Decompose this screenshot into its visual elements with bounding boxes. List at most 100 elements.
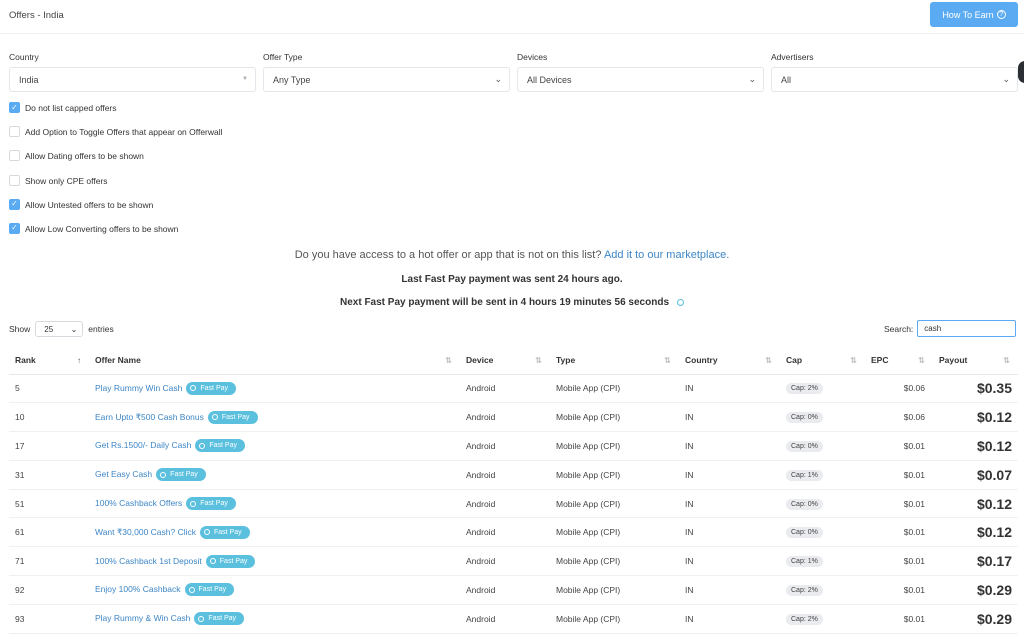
cap-cell: Cap: 2% <box>780 374 865 404</box>
type-cell: Mobile App (CPI) <box>550 517 679 548</box>
offer-link[interactable]: 100% Cashback Offers <box>95 498 182 508</box>
chevron-down-icon: ⌄ <box>748 74 756 84</box>
option-label: Allow Dating offers to be shown <box>25 151 144 162</box>
column-rank[interactable]: Rank ↑ <box>9 347 89 375</box>
checkbox-icon[interactable] <box>9 174 20 186</box>
column-device[interactable]: Device ⇅ <box>460 347 550 375</box>
offer-link[interactable]: 100% Cashback 1st Deposit <box>95 555 202 565</box>
payout-cell: $0.07 <box>933 460 1018 490</box>
checkbox-checked-icon[interactable]: ✓ <box>9 102 20 113</box>
payout-cell: $0.12 <box>933 489 1018 519</box>
cap-badge: Cap: 2% <box>786 584 823 596</box>
payout-cell: $0.12 <box>933 431 1018 461</box>
fast-pay-label: Fast Pay <box>209 442 237 450</box>
option-low-converting[interactable]: ✓ Allow Low Converting offers to be show… <box>9 222 223 247</box>
page-size-control: Show 25 ⌄ entries <box>9 321 114 337</box>
epc-cell: $0.01 <box>865 575 933 605</box>
loading-spinner-icon <box>677 298 684 306</box>
device-cell: Android <box>460 489 550 519</box>
fast-pay-badge: Fast Pay <box>186 497 236 511</box>
device-cell: Android <box>460 402 550 433</box>
offer-link[interactable]: Play Rummy Win Cash <box>95 383 182 393</box>
fast-pay-label: Fast Pay <box>219 557 248 565</box>
advertisers-select[interactable]: All ⌄ <box>771 67 1018 92</box>
column-label: EPC <box>871 355 889 366</box>
cap-cell: Cap: 2% <box>780 604 865 634</box>
rank-cell: 92 <box>9 575 89 605</box>
advertisers-filter: Advertisers All ⌄ <box>771 52 1018 92</box>
cap-cell: Cap: 0% <box>780 431 865 461</box>
option-capped[interactable]: ✓ Do not list capped offers <box>9 102 223 126</box>
country-cell: IN <box>679 431 780 461</box>
circle-icon <box>211 414 218 421</box>
floating-handle[interactable] <box>1018 61 1024 83</box>
column-label: Payout <box>939 355 968 366</box>
marketplace-link[interactable]: Add it to our marketplace. <box>604 249 729 261</box>
devices-select[interactable]: All Devices ⌄ <box>517 67 764 92</box>
sort-icon: ⇅ <box>535 356 542 365</box>
rank-cell: 5 <box>9 374 89 404</box>
option-toggle-offerwall[interactable]: Add Option to Toggle Offers that appear … <box>9 126 223 150</box>
search-input[interactable] <box>917 320 1017 337</box>
column-offer-name[interactable]: Offer Name ⇅ <box>89 347 460 375</box>
option-untested[interactable]: ✓ Allow Untested offers to be shown <box>9 198 223 223</box>
offer-name-cell: Earn Upto ₹500 Cash Bonus Fast Pay <box>89 402 460 433</box>
offer-link[interactable]: Get Easy Cash <box>95 469 152 479</box>
circle-icon <box>188 586 195 593</box>
circle-icon <box>160 471 167 478</box>
column-payout[interactable]: Payout ⇅ <box>933 347 1018 375</box>
country-cell: IN <box>679 489 780 519</box>
device-cell: Android <box>460 374 550 404</box>
column-label: Rank <box>15 355 36 366</box>
question-circle-icon: ? <box>996 10 1006 19</box>
circle-icon <box>198 615 205 622</box>
checkbox-icon[interactable] <box>9 150 20 162</box>
epc-cell: $0.01 <box>865 546 933 577</box>
column-label: Device <box>466 355 494 366</box>
fast-pay-label: Fast Pay <box>221 413 250 421</box>
fast-pay-label: Fast Pay <box>200 500 228 508</box>
table-row: 5 Play Rummy Win Cash Fast Pay Android Mo… <box>9 374 1018 404</box>
offer-link[interactable]: Enjoy 100% Cashback <box>95 584 181 594</box>
sort-icon: ⇅ <box>918 356 925 365</box>
circle-icon <box>190 500 197 507</box>
advertisers-value: All <box>781 74 792 85</box>
epc-cell: $0.01 <box>865 460 933 490</box>
last-payment-notice: Last Fast Pay payment was sent 24 hours … <box>401 274 623 285</box>
fast-pay-badge: Fast Pay <box>205 554 256 568</box>
checkbox-checked-icon[interactable]: ✓ <box>9 198 20 210</box>
search-label: Search: <box>884 323 914 334</box>
epc-cell: $0.01 <box>865 431 933 461</box>
offer-link[interactable]: Want ₹30,000 Cash? Click <box>95 527 196 537</box>
checkbox-icon[interactable] <box>9 126 20 138</box>
offer-link[interactable]: Get Rs.1500/- Daily Cash <box>95 440 191 450</box>
column-cap[interactable]: Cap ⇅ <box>780 347 865 375</box>
how-to-earn-label: How To Earn <box>942 9 994 20</box>
offer-type-value: Any Type <box>273 74 311 85</box>
offer-link[interactable]: Play Rummy & Win Cash <box>95 613 190 623</box>
payout-cell: $0.29 <box>933 575 1018 605</box>
fast-pay-label: Fast Pay <box>200 384 229 392</box>
page-size-select[interactable]: 25 ⌄ <box>35 321 84 337</box>
column-epc[interactable]: EPC ⇅ <box>865 347 933 375</box>
country-cell: IN <box>679 546 780 577</box>
device-cell: Android <box>460 575 550 605</box>
offer-link[interactable]: Earn Upto ₹500 Cash Bonus <box>95 411 204 421</box>
offer-type-select[interactable]: Any Type ⌄ <box>263 67 510 92</box>
checkbox-checked-icon[interactable]: ✓ <box>9 222 20 234</box>
option-cpe[interactable]: Show only CPE offers <box>9 174 223 199</box>
rank-cell: 17 <box>9 431 89 461</box>
column-country[interactable]: Country ⇅ <box>679 347 780 375</box>
rank-cell: 61 <box>9 517 89 548</box>
fast-pay-badge: Fast Pay <box>200 525 250 539</box>
country-select[interactable]: India ▼ <box>9 67 256 92</box>
option-dating[interactable]: Allow Dating offers to be shown <box>9 150 223 174</box>
fast-pay-badge: Fast Pay <box>207 410 258 424</box>
column-type[interactable]: Type ⇅ <box>550 347 679 375</box>
caret-down-icon: ▼ <box>242 76 248 82</box>
table-row: 61 Want ₹30,000 Cash? Click Fast Pay Andr… <box>9 517 1018 548</box>
country-label: Country <box>9 52 39 62</box>
show-label: Show <box>9 324 31 334</box>
how-to-earn-button[interactable]: How To Earn ? <box>930 2 1018 27</box>
chevron-down-icon: ⌄ <box>1002 74 1010 84</box>
